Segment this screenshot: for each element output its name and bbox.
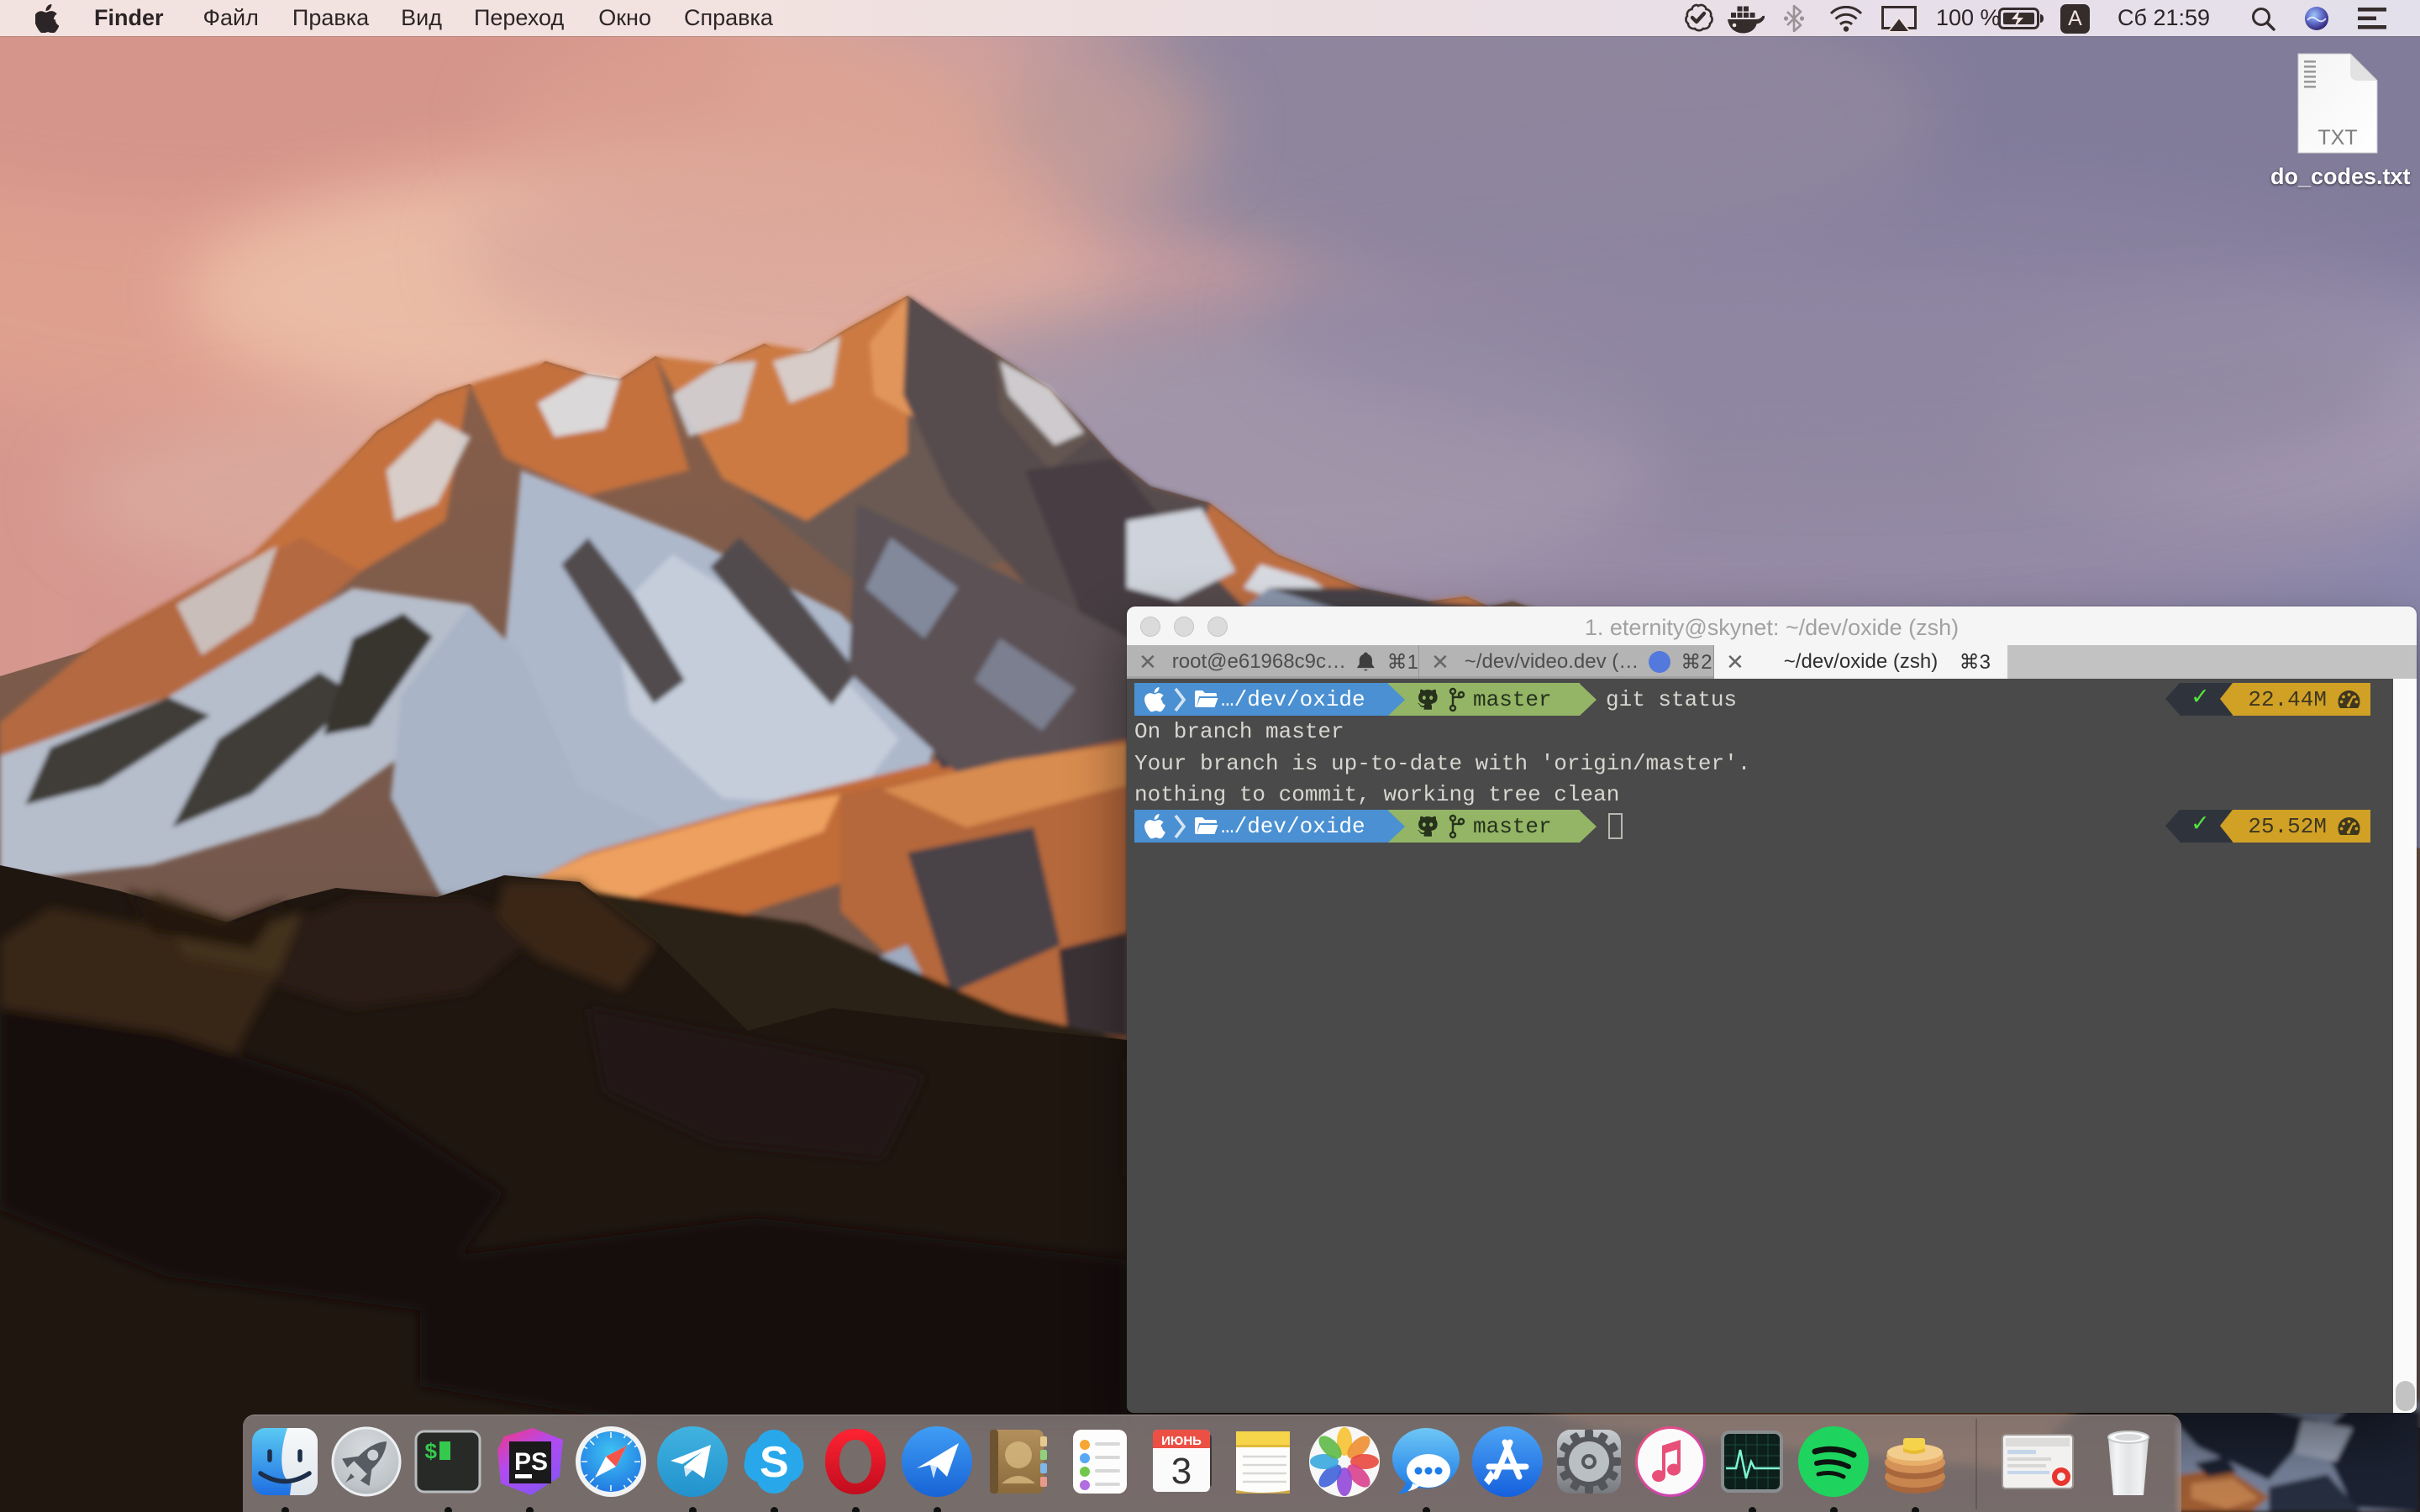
- svg-text:S: S: [760, 1438, 789, 1487]
- svg-text:PS: PS: [514, 1448, 548, 1476]
- svg-text:ИЮНЬ: ИЮНЬ: [1161, 1434, 1202, 1448]
- svg-text:$: $: [424, 1440, 438, 1465]
- svg-text:3: 3: [1171, 1451, 1192, 1492]
- svg-text:TXT: TXT: [2317, 126, 2357, 150]
